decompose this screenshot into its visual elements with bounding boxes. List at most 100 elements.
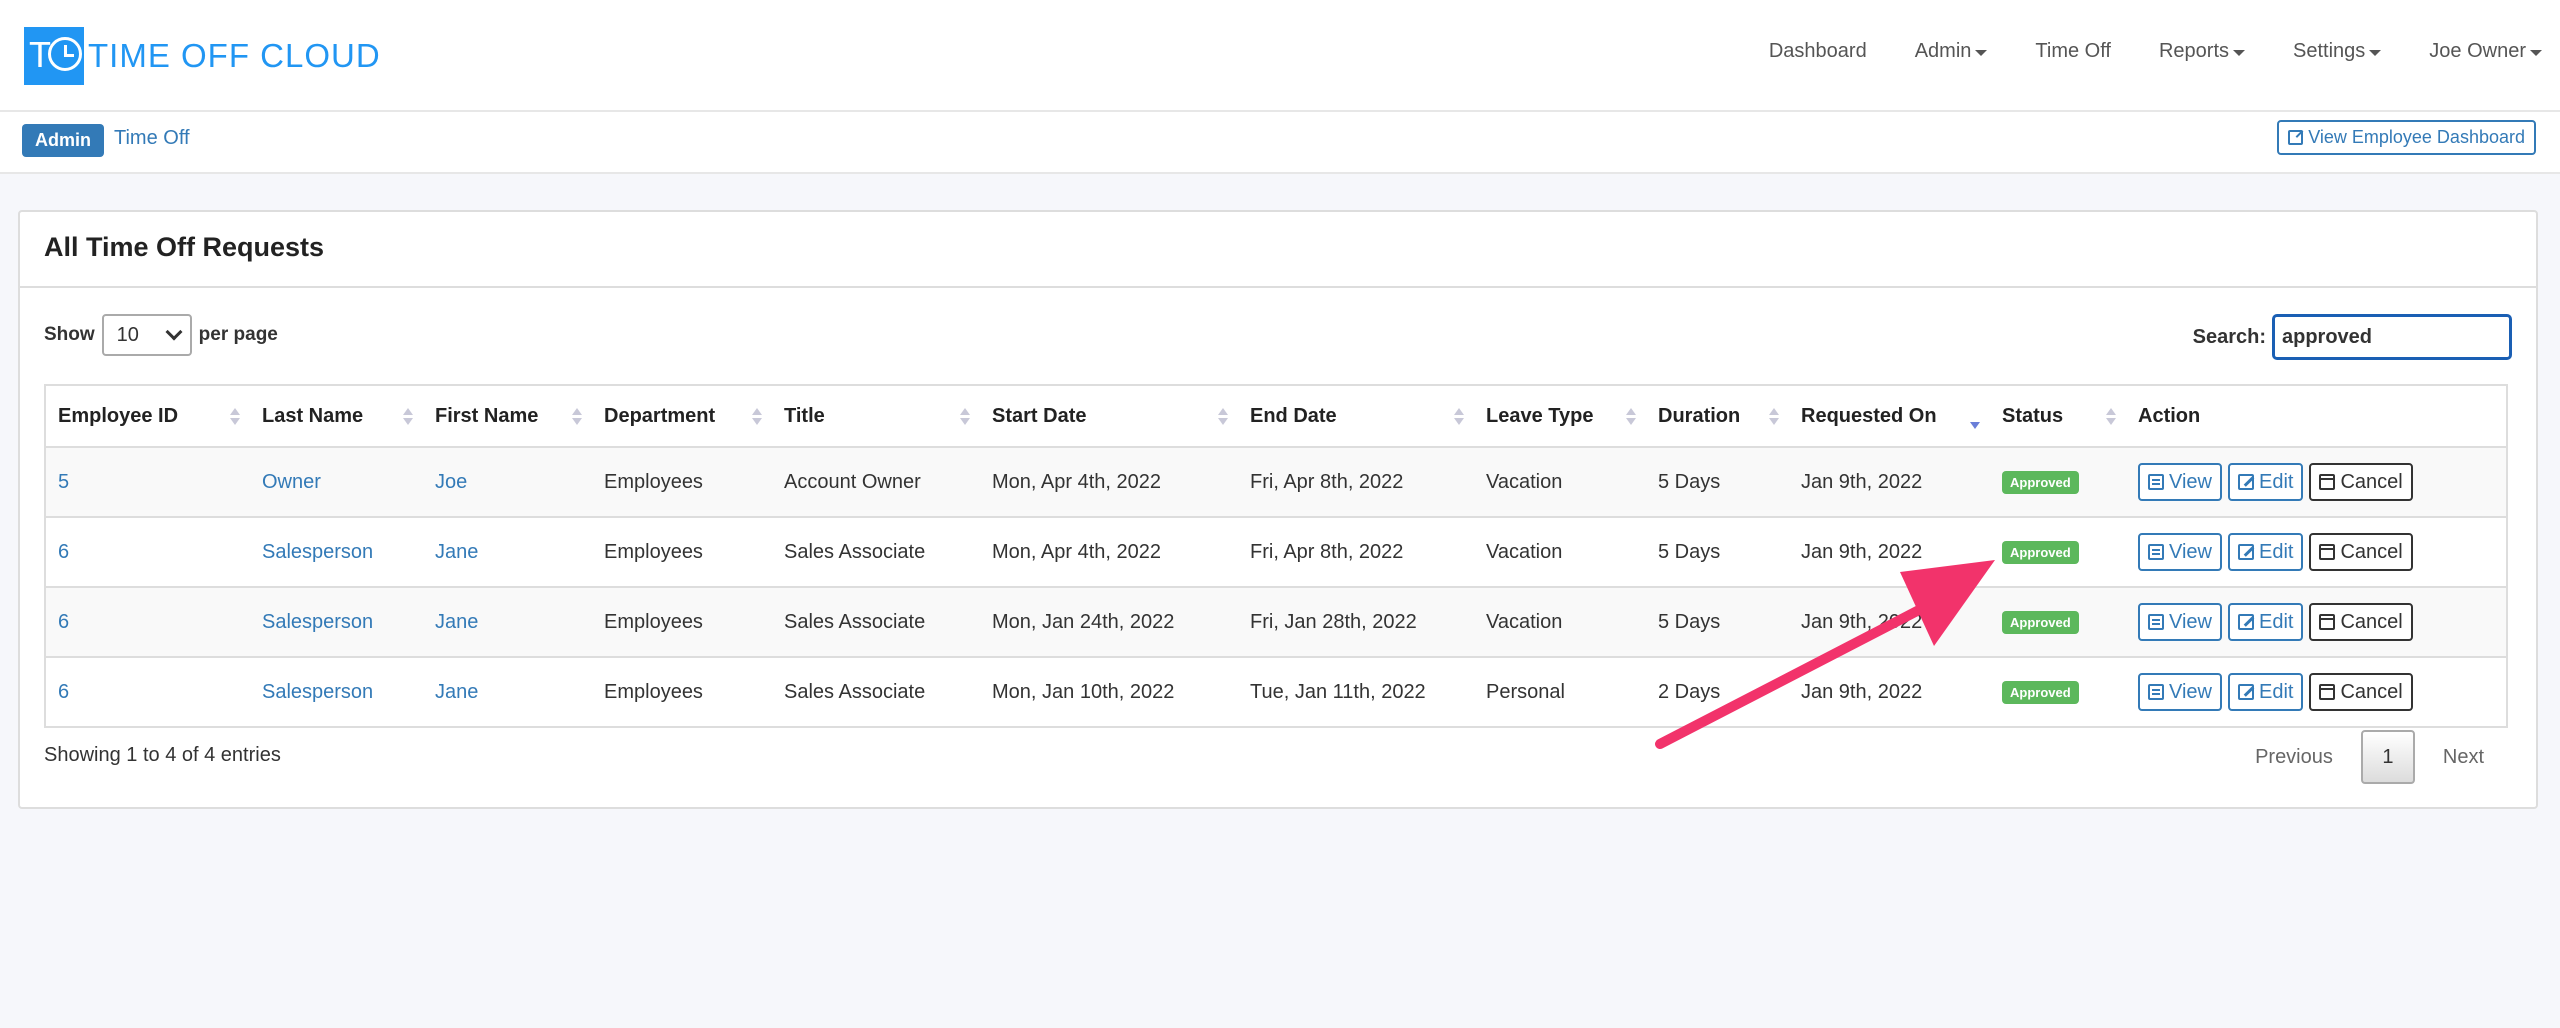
edit-button[interactable]: Edit — [2228, 533, 2304, 571]
list-icon — [2148, 544, 2164, 560]
cell-title: Sales Associate — [784, 680, 926, 703]
col-department[interactable]: Department — [592, 386, 772, 446]
cancel-button[interactable]: Cancel — [2309, 463, 2413, 501]
requests-table: Employee ID Last Name First Name Departm… — [44, 384, 2508, 728]
cell-requested-on: Jan 9th, 2022 — [1801, 540, 1923, 563]
caret-down-icon — [2369, 50, 2382, 56]
col-employee-id[interactable]: Employee ID — [46, 386, 250, 446]
cancel-button[interactable]: Cancel — [2309, 673, 2413, 711]
cell-start-date: Mon, Apr 4th, 2022 — [992, 470, 1162, 493]
col-status[interactable]: Status — [1990, 386, 2126, 446]
cell-first-name: Jane — [423, 518, 592, 586]
cell-first-name: Joe — [423, 448, 592, 516]
last-name-link[interactable]: Salesperson — [262, 681, 373, 704]
search-input[interactable]: approved — [2272, 314, 2512, 360]
col-last-name[interactable]: Last Name — [250, 386, 423, 446]
breadcrumb-bar: Admin Time Off View Employee Dashboard — [0, 112, 2560, 174]
last-name-link[interactable]: Owner — [262, 471, 321, 494]
previous-page-button[interactable]: Previous — [2227, 746, 2361, 769]
top-navbar: T TIME OFF CLOUD Dashboard Admin Time Of… — [0, 0, 2560, 112]
nav-settings[interactable]: Settings — [2293, 40, 2382, 63]
col-duration[interactable]: Duration — [1646, 386, 1789, 446]
column-header-label: End Date — [1250, 404, 1337, 427]
table-header-row: Employee ID Last Name First Name Departm… — [46, 386, 2506, 446]
nav-time-off[interactable]: Time Off — [2035, 40, 2111, 63]
cell-duration: 2 Days — [1658, 680, 1721, 703]
edit-button[interactable]: Edit — [2228, 673, 2304, 711]
cell-actions: View Edit Cancel — [2126, 518, 2506, 586]
logo-mark: T — [24, 27, 84, 85]
show-label: Show — [44, 324, 95, 345]
search-label: Search: — [2192, 325, 2266, 348]
col-requested-on[interactable]: Requested On — [1789, 386, 1990, 446]
nav-label: Reports — [2158, 40, 2230, 62]
first-name-link[interactable]: Jane — [435, 681, 478, 704]
external-link-icon — [2288, 130, 2304, 145]
calendar-icon — [2319, 614, 2336, 630]
view-button[interactable]: View — [2138, 673, 2222, 711]
first-name-link[interactable]: Jane — [435, 611, 478, 634]
employee-id-link[interactable]: 6 — [58, 541, 69, 564]
next-page-button[interactable]: Next — [2415, 746, 2512, 769]
view-button[interactable]: View — [2138, 463, 2222, 501]
nav-label: Dashboard — [1768, 40, 1867, 62]
cancel-button[interactable]: Cancel — [2309, 533, 2413, 571]
caret-down-icon — [1975, 50, 1988, 56]
cell-requested-on: Jan 9th, 2022 — [1801, 470, 1923, 493]
last-name-link[interactable]: Salesperson — [262, 541, 373, 564]
table-row: 6 Salesperson Jane Employees Sales Assoc… — [46, 656, 2506, 726]
view-button[interactable]: View — [2138, 603, 2222, 641]
first-name-link[interactable]: Jane — [435, 541, 478, 564]
edit-button[interactable]: Edit — [2228, 603, 2304, 641]
cell-start-date: Mon, Jan 24th, 2022 — [992, 610, 1175, 633]
cell-leave-type: Vacation — [1486, 470, 1563, 493]
status-badge: Approved — [2002, 680, 2079, 704]
employee-id-link[interactable]: 6 — [58, 611, 69, 634]
edit-label: Edit — [2259, 540, 2294, 563]
view-employee-dashboard-button[interactable]: View Employee Dashboard — [2277, 120, 2536, 155]
edit-button[interactable]: Edit — [2228, 463, 2304, 501]
cell-status: Approved — [1990, 448, 2126, 516]
nav-user-menu[interactable]: Joe Owner — [2429, 40, 2542, 63]
cell-actions: View Edit Cancel — [2126, 448, 2506, 516]
page-length-select[interactable]: 10 — [101, 314, 192, 356]
col-first-name[interactable]: First Name — [423, 386, 592, 446]
cell-actions: View Edit Cancel — [2126, 588, 2506, 656]
view-button[interactable]: View — [2138, 533, 2222, 571]
col-end-date[interactable]: End Date — [1238, 386, 1474, 446]
table-info: Showing 1 to 4 of 4 entries — [44, 744, 281, 766]
nav-dashboard[interactable]: Dashboard — [1769, 40, 1867, 63]
cell-title: Sales Associate — [784, 540, 926, 563]
view-employee-dashboard-label: View Employee Dashboard — [2308, 127, 2525, 147]
breadcrumb-time-off-link[interactable]: Time Off — [114, 127, 190, 150]
column-header-label: Duration — [1658, 404, 1741, 427]
last-name-link[interactable]: Salesperson — [262, 611, 373, 634]
employee-id-link[interactable]: 6 — [58, 681, 69, 704]
cell-last-name: Owner — [250, 448, 423, 516]
first-name-link[interactable]: Joe — [435, 471, 467, 494]
nav-admin[interactable]: Admin — [1915, 40, 1988, 63]
column-header-label: Requested On — [1801, 404, 1937, 427]
column-header-label: Department — [604, 404, 716, 427]
nav-reports[interactable]: Reports — [2158, 40, 2246, 63]
status-badge: Approved — [2002, 540, 2079, 564]
cell-leave-type: Personal — [1486, 680, 1565, 703]
brand-logo[interactable]: T TIME OFF CLOUD — [24, 27, 381, 85]
cell-first-name: Jane — [423, 658, 592, 726]
col-start-date[interactable]: Start Date — [980, 386, 1238, 446]
sort-icon — [572, 408, 582, 426]
page-1-button[interactable]: 1 — [2360, 730, 2415, 784]
sort-icon — [752, 408, 762, 426]
col-leave-type[interactable]: Leave Type — [1474, 386, 1646, 446]
status-badge: Approved — [2002, 470, 2079, 494]
cell-employee-id: 5 — [46, 448, 250, 516]
edit-icon — [2238, 614, 2254, 630]
cancel-button[interactable]: Cancel — [2309, 603, 2413, 641]
nav-label: Joe Owner — [2429, 40, 2526, 62]
col-title[interactable]: Title — [772, 386, 980, 446]
sort-icon — [1218, 408, 1228, 426]
sort-icon — [230, 408, 240, 426]
column-header-label: Status — [2002, 404, 2064, 427]
employee-id-link[interactable]: 5 — [58, 471, 69, 494]
view-label: View — [2169, 610, 2212, 633]
